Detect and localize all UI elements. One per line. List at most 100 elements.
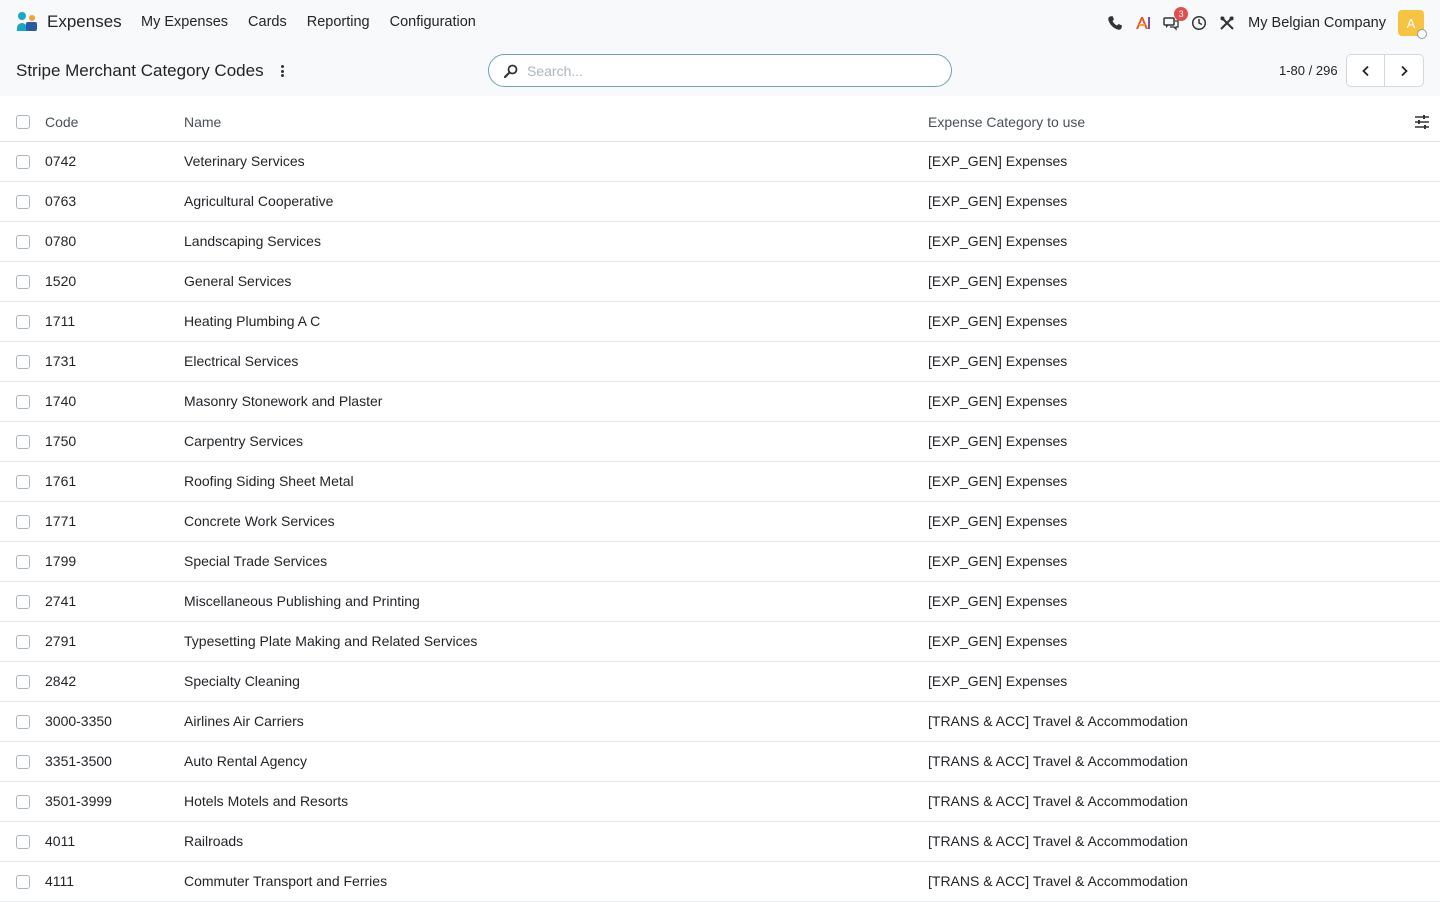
menu-cards[interactable]: Cards (248, 14, 287, 30)
app-name[interactable]: Expenses (47, 12, 122, 32)
table-row[interactable]: 1799 Special Trade Services [EXP_GEN] Expe… (0, 542, 1440, 582)
cell-code: 0763 (45, 193, 77, 209)
cell-category: [EXP_GEN] Expenses (928, 593, 1068, 609)
cell-code: 1740 (45, 393, 77, 409)
table-row[interactable]: 3000-3350 Airlines Air Carriers [TRANS & A… (0, 702, 1440, 742)
pager-value[interactable]: 1-80 / 296 (1279, 63, 1338, 78)
cell-category: [EXP_GEN] Expenses (928, 313, 1068, 329)
row-checkbox[interactable] (16, 795, 30, 809)
table-row[interactable]: 3351-3500 Auto Rental Agency [TRANS & ACC]… (0, 742, 1440, 782)
cell-name: Specialty Cleaning (184, 673, 300, 689)
cell-name: Landscaping Services (184, 233, 321, 249)
cell-category: [EXP_GEN] Expenses (928, 153, 1068, 169)
cell-code: 4011 (45, 833, 76, 849)
cell-name: Carpentry Services (184, 433, 304, 449)
row-checkbox[interactable] (16, 155, 30, 169)
ai-icon[interactable] (1134, 14, 1152, 32)
table-row[interactable]: 1771 Concrete Work Services [EXP_GEN] Expe… (0, 502, 1440, 542)
table-row[interactable]: 2791 Typesetting Plate Making and Related… (0, 622, 1440, 662)
table-row[interactable]: 1520 General Services [EXP_GEN] Expenses (0, 262, 1440, 302)
row-checkbox[interactable] (16, 835, 30, 849)
cell-name: Typesetting Plate Making and Related Ser… (184, 633, 478, 649)
cell-code: 1761 (45, 473, 77, 489)
table-row[interactable]: 0742 Veterinary Services [EXP_GEN] Expense… (0, 142, 1440, 182)
menu-configuration[interactable]: Configuration (390, 14, 476, 30)
menu-reporting[interactable]: Reporting (307, 14, 370, 30)
clock-icon[interactable] (1190, 14, 1208, 32)
row-checkbox[interactable] (16, 395, 30, 409)
tools-icon[interactable] (1218, 14, 1236, 32)
row-checkbox[interactable] (16, 675, 30, 689)
cell-name: Special Trade Services (184, 553, 328, 569)
phone-icon[interactable] (1106, 14, 1124, 32)
table-row[interactable]: 3501-3999 Hotels Motels and Resorts [TRANS… (0, 782, 1440, 822)
row-checkbox[interactable] (16, 635, 30, 649)
avatar-initial: A (1406, 15, 1416, 31)
header-category[interactable]: Expense Category to use (928, 114, 1085, 130)
row-checkbox[interactable] (16, 435, 30, 449)
row-checkbox[interactable] (16, 555, 30, 569)
cell-name: Electrical Services (184, 353, 299, 369)
pager-next-button[interactable] (1385, 54, 1424, 87)
menu-my-expenses[interactable]: My Expenses (141, 14, 228, 30)
messages-badge: 3 (1174, 7, 1189, 21)
cell-code: 1731 (45, 353, 77, 369)
table-row[interactable]: 1711 Heating Plumbing A C [EXP_GEN] Expens… (0, 302, 1440, 342)
chevron-right-icon (1401, 65, 1408, 76)
expenses-app-icon[interactable] (16, 11, 38, 33)
cell-code: 4111 (45, 873, 75, 889)
pager-previous-button[interactable] (1346, 54, 1385, 87)
table-row[interactable]: 2741 Miscellaneous Publishing and Printin… (0, 582, 1440, 622)
cell-category: [EXP_GEN] Expenses (928, 353, 1068, 369)
cell-code: 3351-3500 (45, 753, 112, 769)
cell-category: [EXP_GEN] Expenses (928, 233, 1068, 249)
cell-name: Miscellaneous Publishing and Printing (184, 593, 420, 609)
control-panel: Stripe Merchant Category Codes 1-80 / 29… (0, 46, 1440, 96)
row-checkbox[interactable] (16, 755, 30, 769)
table-row[interactable]: 2842 Specialty Cleaning [EXP_GEN] Expenses (0, 662, 1440, 702)
table-row[interactable]: 1761 Roofing Siding Sheet Metal [EXP_GEN] … (0, 462, 1440, 502)
chevron-left-icon (1361, 65, 1369, 76)
cell-name: General Services (184, 273, 292, 289)
cell-category: [EXP_GEN] Expenses (928, 633, 1068, 649)
row-checkbox[interactable] (16, 515, 30, 529)
search-bar[interactable] (488, 54, 952, 87)
cell-category: [EXP_GEN] Expenses (928, 473, 1068, 489)
row-checkbox[interactable] (16, 275, 30, 289)
table-row[interactable]: 1731 Electrical Services [EXP_GEN] Expense… (0, 342, 1440, 382)
messages-icon[interactable]: 3 (1162, 7, 1189, 32)
row-checkbox[interactable] (16, 235, 30, 249)
top-navbar: Expenses My Expenses Cards Reporting Con… (0, 0, 1440, 46)
row-checkbox[interactable] (16, 355, 30, 369)
row-checkbox[interactable] (16, 595, 30, 609)
table-row[interactable]: 0780 Landscaping Services [EXP_GEN] Expens… (0, 222, 1440, 262)
table-row[interactable]: 0763 Agricultural Cooperative [EXP_GEN] Ex… (0, 182, 1440, 222)
cell-code: 1711 (45, 313, 76, 329)
cell-category: [TRANS & ACC] Travel & Accommodation (928, 793, 1188, 809)
cell-name: Agricultural Cooperative (184, 193, 334, 209)
cell-category: [EXP_GEN] Expenses (928, 513, 1068, 529)
company-switcher[interactable]: My Belgian Company (1248, 15, 1386, 31)
table-row[interactable]: 4111 Commuter Transport and Ferries [TRANS… (0, 862, 1440, 902)
row-checkbox[interactable] (16, 875, 30, 889)
actions-menu-icon[interactable] (276, 62, 288, 80)
main-menu: My Expenses Cards Reporting Configuratio… (141, 14, 496, 30)
row-checkbox[interactable] (16, 715, 30, 729)
user-avatar[interactable]: A (1398, 10, 1427, 39)
header-name[interactable]: Name (184, 114, 221, 130)
row-checkbox[interactable] (16, 315, 30, 329)
cell-name: Masonry Stonework and Plaster (184, 393, 383, 409)
table-row[interactable]: 1740 Masonry Stonework and Plaster [EXP_GE… (0, 382, 1440, 422)
optional-columns-icon[interactable] (1414, 114, 1430, 130)
select-all-checkbox[interactable] (16, 115, 30, 129)
search-input[interactable] (527, 62, 927, 79)
row-checkbox[interactable] (16, 475, 30, 489)
mcc-list-table: Code Name Expense Category to use 0742 Ve… (0, 102, 1440, 902)
cell-category: [EXP_GEN] Expenses (928, 433, 1068, 449)
table-row[interactable]: 4011 Railroads [TRANS & ACC] Travel & Acco… (0, 822, 1440, 862)
row-checkbox[interactable] (16, 195, 30, 209)
table-row[interactable]: 1750 Carpentry Services [EXP_GEN] Expenses (0, 422, 1440, 462)
cell-code: 2741 (45, 593, 77, 609)
header-code[interactable]: Code (45, 114, 78, 130)
page-title: Stripe Merchant Category Codes (16, 61, 264, 80)
